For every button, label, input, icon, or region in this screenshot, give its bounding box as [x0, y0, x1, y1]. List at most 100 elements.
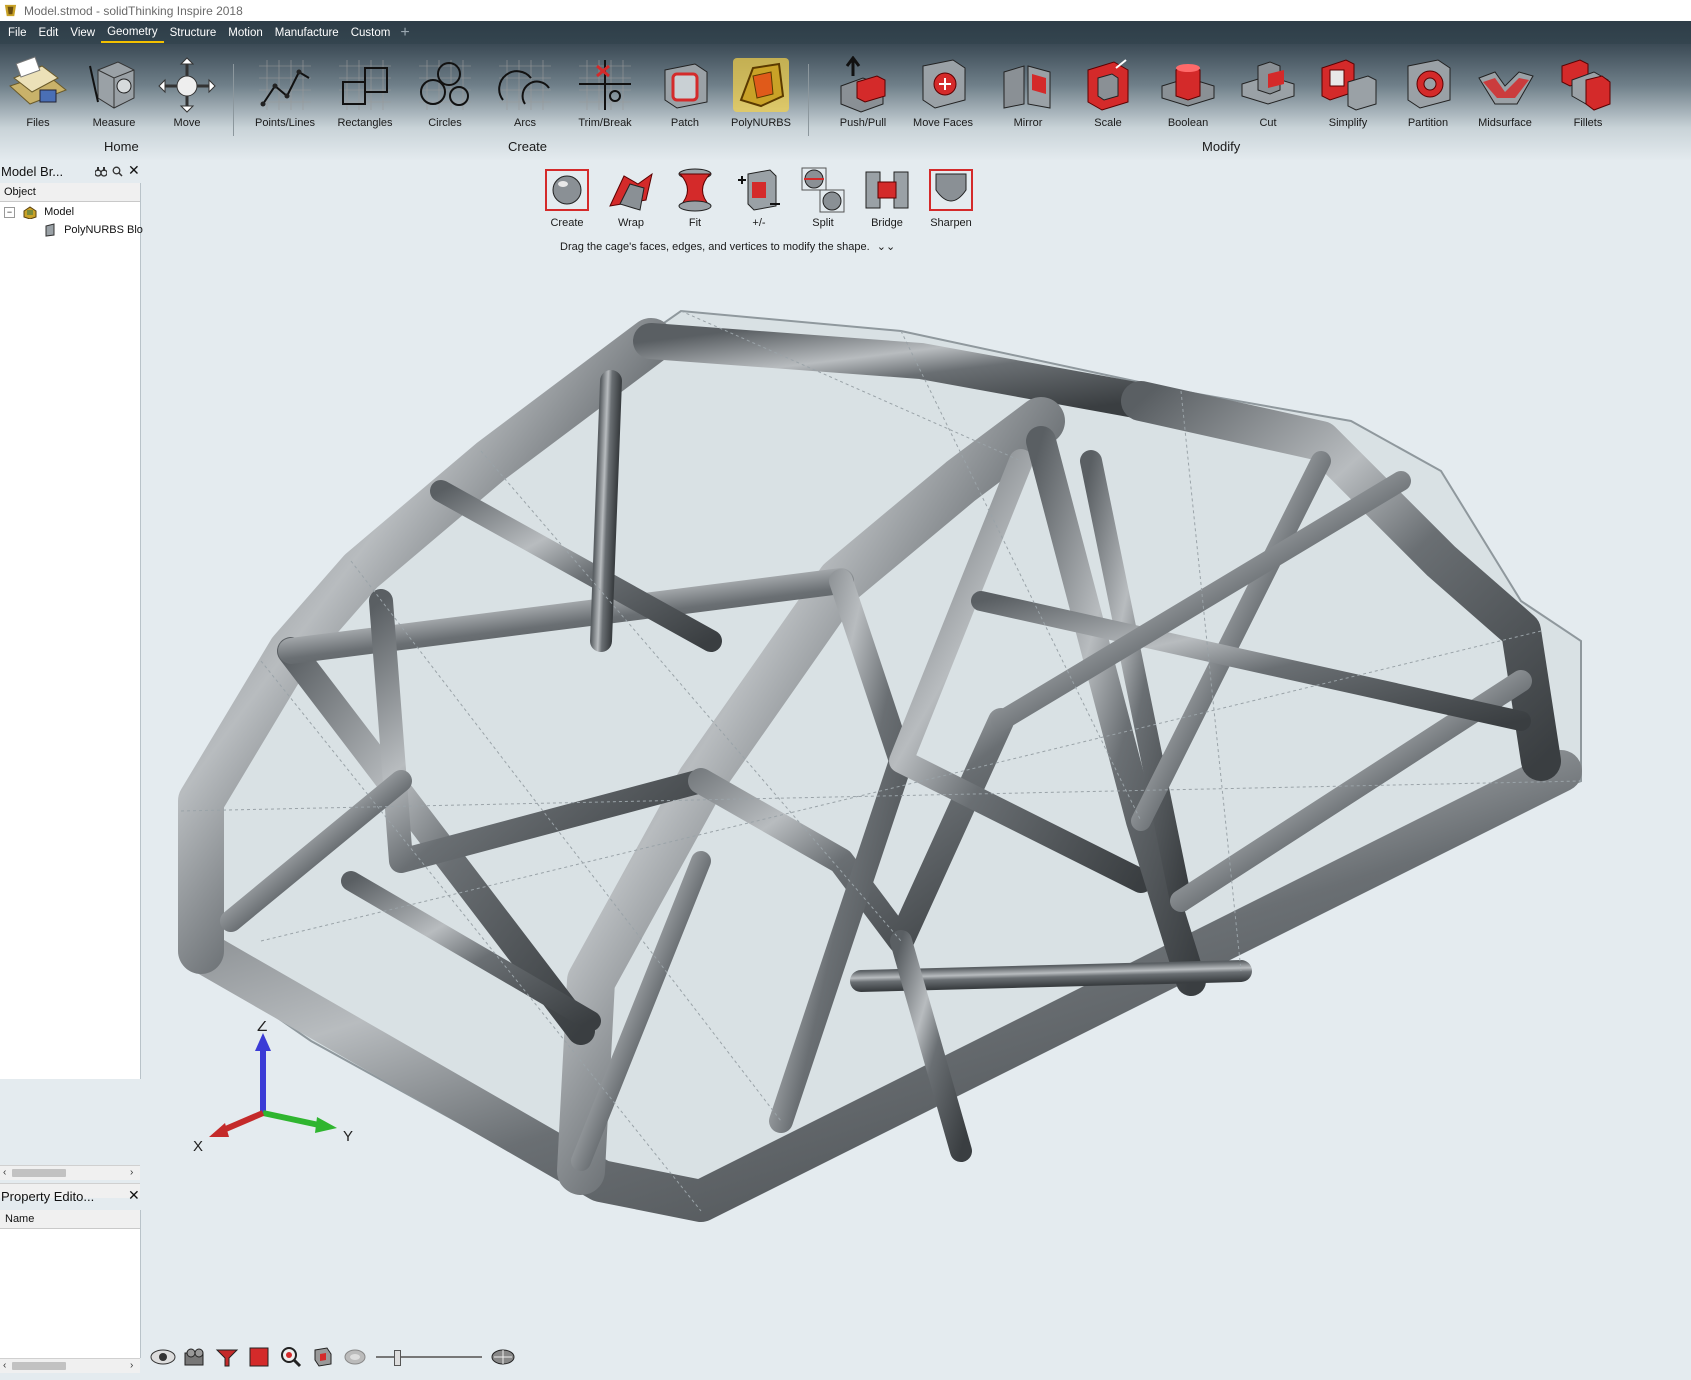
menu-geometry[interactable]: Geometry: [101, 23, 164, 43]
measure-label: Measure: [92, 117, 136, 129]
property-editor-title: Property Edito...: [1, 1189, 95, 1204]
3d-viewport[interactable]: Z Y X: [141, 161, 1691, 1377]
tree-item-model[interactable]: − Model: [4, 205, 75, 220]
axis-triad: Z Y X: [193, 1021, 353, 1155]
partition-icon: [1407, 59, 1451, 109]
polynurbs-label: PolyNURBS: [731, 117, 791, 129]
property-editor-scrollbar[interactable]: ‹ ›: [0, 1358, 140, 1373]
move-faces-label: Move Faces: [913, 117, 973, 129]
circles-button[interactable]: Circles: [410, 56, 480, 129]
property-editor-body: Name: [0, 1210, 141, 1358]
view-eye-icon[interactable]: [150, 1345, 176, 1369]
patch-label: Patch: [670, 117, 700, 129]
scroll-thumb[interactable]: [12, 1169, 66, 1177]
menu-manufacture[interactable]: Manufacture: [269, 22, 345, 44]
tree-item-polynurbs[interactable]: PolyNURBS Blo: [44, 223, 143, 237]
name-column-header[interactable]: Name: [0, 1210, 140, 1229]
scroll-thumb[interactable]: [12, 1362, 66, 1370]
title-bar: Model.stmod - solidThinking Inspire 2018: [0, 0, 1691, 21]
circles-icon: [419, 60, 471, 110]
ribbon-separator: [233, 64, 234, 136]
tree-label-model: Model: [44, 206, 75, 218]
model-browser-scrollbar[interactable]: ‹ ›: [0, 1165, 140, 1180]
menu-bar: File Edit View Geometry Structure Motion…: [0, 21, 1691, 44]
arcs-button[interactable]: Arcs: [490, 56, 560, 129]
partition-label: Partition: [1407, 117, 1449, 129]
menu-file[interactable]: File: [2, 22, 33, 44]
scale-label: Scale: [1094, 117, 1122, 129]
cut-button[interactable]: Cut: [1233, 56, 1303, 129]
wireframe-icon[interactable]: [490, 1345, 516, 1369]
rectangles-icon: [339, 60, 391, 110]
menu-edit[interactable]: Edit: [33, 22, 65, 44]
binoculars-icon[interactable]: [95, 166, 107, 177]
trim-break-button[interactable]: Trim/Break: [570, 56, 640, 129]
collapse-icon[interactable]: −: [4, 206, 15, 218]
mirror-label: Mirror: [1013, 117, 1043, 129]
rectangles-label: Rectangles: [337, 117, 393, 129]
menu-view[interactable]: View: [64, 22, 101, 44]
object-column-header[interactable]: Object: [0, 183, 140, 202]
modify-group-label: Modify: [1202, 139, 1241, 154]
transparency-icon[interactable]: [342, 1345, 368, 1369]
points-lines-button[interactable]: Points/Lines: [250, 56, 320, 129]
app-icon: [4, 4, 17, 17]
property-editor-header: Property Edito... ✕: [0, 1186, 140, 1208]
scale-button[interactable]: Scale: [1073, 56, 1143, 129]
zoom-slider[interactable]: [374, 1347, 484, 1367]
zoom-icon[interactable]: [278, 1345, 304, 1369]
move-label: Move: [173, 117, 201, 129]
window-title: Model.stmod - solidThinking Inspire 2018: [24, 3, 243, 18]
simplify-button[interactable]: Simplify: [1313, 56, 1383, 129]
trim-break-label: Trim/Break: [578, 117, 632, 129]
circles-label: Circles: [428, 117, 462, 129]
create-group-label: Create: [508, 139, 548, 154]
menu-custom[interactable]: Custom: [345, 22, 397, 44]
x-axis-label: X: [193, 1138, 203, 1155]
midsurface-button[interactable]: Midsurface: [1470, 56, 1540, 129]
boolean-button[interactable]: Boolean: [1153, 56, 1223, 129]
polynurbs-frame-model[interactable]: [141, 161, 1691, 1377]
push-pull-icon: [840, 56, 886, 113]
patch-icon: [664, 63, 708, 109]
polynurbs-icon: [733, 58, 789, 112]
z-axis-label: Z: [257, 1021, 267, 1035]
box-select-icon[interactable]: [246, 1345, 272, 1369]
home-group-label: Home: [104, 139, 139, 154]
section-cut-icon[interactable]: [214, 1345, 240, 1369]
menu-motion[interactable]: Motion: [222, 22, 269, 44]
close-icon[interactable]: ✕: [128, 162, 140, 179]
patch-button[interactable]: Patch: [650, 56, 720, 129]
camera-icon[interactable]: [182, 1345, 208, 1369]
close-icon[interactable]: ✕: [128, 1187, 140, 1204]
rectangles-button[interactable]: Rectangles: [330, 56, 400, 129]
simplify-icon: [1321, 59, 1377, 111]
boolean-label: Boolean: [1167, 117, 1209, 129]
add-ribbon-icon[interactable]: +: [396, 24, 409, 42]
files-button[interactable]: Files: [3, 56, 73, 129]
scale-icon: [1087, 59, 1129, 111]
move-button[interactable]: Move: [152, 56, 222, 129]
trim-break-icon: [579, 60, 631, 110]
polynurbs-button[interactable]: PolyNURBS: [726, 56, 796, 129]
y-axis-label: Y: [343, 1128, 353, 1145]
partition-button[interactable]: Partition: [1393, 56, 1463, 129]
search-icon[interactable]: [112, 166, 123, 177]
points-lines-label: Points/Lines: [255, 117, 315, 129]
fillets-button[interactable]: Fillets: [1553, 56, 1623, 129]
push-pull-label: Push/Pull: [839, 117, 887, 129]
slider-handle[interactable]: [394, 1350, 401, 1366]
shaded-view-icon[interactable]: [310, 1345, 336, 1369]
menu-structure[interactable]: Structure: [164, 22, 223, 44]
measure-button[interactable]: Measure: [79, 56, 149, 129]
cut-icon: [1241, 61, 1295, 105]
model-browser-title: Model Br...: [1, 164, 64, 179]
mirror-button[interactable]: Mirror: [993, 56, 1063, 129]
push-pull-button[interactable]: Push/Pull: [828, 56, 898, 129]
move-icon: [158, 57, 216, 113]
view-toolbar: [150, 1344, 516, 1370]
files-label: Files: [26, 117, 50, 129]
mirror-icon: [1003, 65, 1051, 109]
move-faces-button[interactable]: Move Faces: [908, 56, 978, 129]
model-browser-tree: Object − Model PolyNURBS Blo: [0, 183, 143, 1198]
